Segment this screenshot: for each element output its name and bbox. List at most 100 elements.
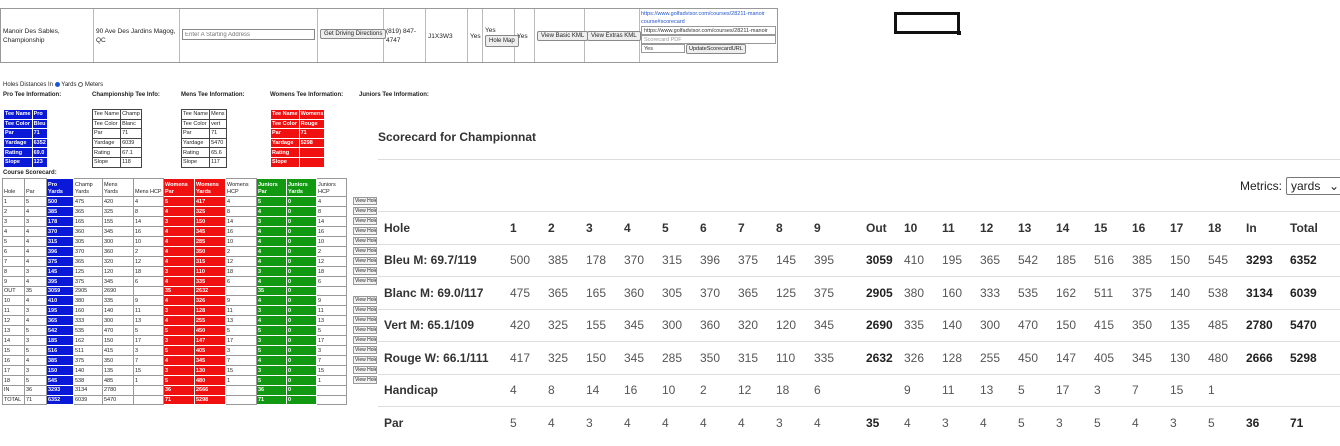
scorecard-url-input[interactable]: https://www.golfadvisor.com/courses/2821… — [641, 26, 776, 35]
scorecard-cell: 1 — [1208, 373, 1246, 407]
cs-cell: 5 — [133, 325, 164, 337]
scorecard-title: Scorecard for Championnat — [378, 130, 537, 144]
view-basic-kml-button[interactable]: View Basic KML — [537, 31, 589, 41]
scorecard-column-header: Total — [1290, 211, 1340, 244]
scorecard-column-header: 18 — [1208, 211, 1246, 244]
scorecard-pdf-input[interactable]: Scorecard PDF — [641, 35, 776, 44]
cs-cell: 160 — [73, 305, 103, 317]
scorecard-cell: 178 — [586, 243, 624, 277]
cs-cell: 360 — [73, 226, 103, 237]
view-hole-button[interactable]: View Hole — [353, 236, 377, 245]
scorecard-cell: 325 — [548, 341, 586, 374]
view-hole-button[interactable]: View Hole — [353, 315, 377, 324]
tee-field-value: 6039 — [120, 137, 142, 149]
update-scorecard-url-button[interactable]: UpdateScorecardURL — [686, 44, 746, 54]
cs-cell: 4 — [24, 206, 47, 217]
scorecard-cell: 12 — [738, 373, 776, 407]
view-hole-button[interactable]: View Hole — [353, 365, 377, 374]
start-address-cell — [180, 9, 318, 62]
cs-cell: 16 — [316, 226, 347, 237]
tee-row: Slope 117 — [180, 156, 227, 168]
tee-row: Rating — [270, 147, 326, 158]
scorecard-row-label: Handicap — [378, 373, 510, 407]
tee-field-value — [298, 147, 326, 158]
view-hole-button[interactable]: View Hole — [353, 355, 377, 364]
cs-cell: 12 — [225, 256, 257, 267]
cs-cell: 14 — [225, 216, 257, 227]
champ-tee-table: Tee Name Champ Tee Color Blanc Par 71 Yardage 6… — [91, 109, 142, 168]
yards-radio[interactable] — [54, 82, 60, 87]
scorecard-cell: 375 — [738, 243, 776, 277]
view-hole-button[interactable]: View Hole — [353, 335, 377, 344]
tee-field-label: Slope — [270, 156, 300, 168]
view-hole-button[interactable]: View Hole — [353, 206, 377, 215]
scorecard-link[interactable]: https://www.golfadvisor.com/courses/2821… — [641, 10, 776, 18]
scorecard-cell: 36 — [1246, 406, 1290, 439]
cs-cell: 345 — [194, 355, 226, 367]
tee-field-label: Yardage — [91, 137, 122, 149]
cs-cell: 4 — [256, 256, 287, 267]
tee-row: Yardage 6352 — [3, 137, 48, 149]
view-hole-button[interactable]: View Hole — [353, 325, 377, 334]
scorecard-cell: 325 — [548, 308, 586, 342]
tee-field-label: Rating — [270, 147, 300, 158]
tee-row: Tee Color Bleu — [3, 118, 48, 130]
start-address-input[interactable] — [182, 29, 315, 40]
chevron-down-icon: ⌄ — [1328, 179, 1339, 193]
get-directions-button[interactable]: Get Driving Directions — [320, 29, 387, 39]
scorecard-cell: 360 — [700, 308, 738, 342]
view-hole-button[interactable]: View Hole — [353, 276, 377, 285]
cs-header-cell: Juniors Par — [256, 178, 287, 197]
scorecard-cell: 345 — [624, 308, 662, 342]
scorecard-cell: 370 — [624, 243, 662, 277]
view-extras-kml-button[interactable]: View Extras KML — [587, 31, 641, 41]
hole-map-button[interactable]: Hole Map — [485, 35, 519, 47]
view-hole-button[interactable]: View Hole — [353, 196, 377, 205]
scorecard-cell: 345 — [1132, 341, 1170, 374]
view-hole-button[interactable]: View Hole — [353, 295, 377, 304]
scorecard-column-header: 7 — [738, 211, 776, 244]
view-hole-button[interactable]: View Hole — [353, 305, 377, 314]
cs-cell: 36 — [24, 385, 47, 396]
cs-cell: 16 — [225, 226, 257, 237]
table-row: 1 5 500 475 420 4 5 417 4 5 0 4 View Hole — [2, 196, 392, 207]
tee-field-value: 6352 — [31, 137, 48, 149]
extras-kml-cell: View Extras KML — [585, 9, 641, 62]
view-hole-button[interactable]: View Hole — [353, 266, 377, 275]
cs-cell: 4 — [256, 236, 287, 247]
cs-cell: 7 — [316, 355, 347, 367]
view-hole-button[interactable]: View Hole — [353, 246, 377, 255]
tee-field-label: Tee Name — [270, 109, 300, 120]
scorecard-cell: 475 — [510, 276, 548, 309]
scorecard-link-anchor[interactable]: course#scorecard — [641, 18, 776, 26]
scorecard-cell: 128 — [942, 341, 980, 374]
view-hole-button[interactable]: View Hole — [353, 226, 377, 235]
pdf-yes-input[interactable]: Yes — [641, 44, 685, 53]
cs-cell: 4 — [256, 315, 287, 327]
cs-header-cell: Par — [24, 178, 47, 197]
scorecard-column-header: 8 — [776, 211, 814, 244]
view-hole-button[interactable]: View Hole — [353, 375, 377, 384]
tee-field-value: Pro — [31, 109, 48, 120]
scorecard-column-header: 12 — [980, 211, 1018, 244]
tee-row: Tee Color Blanc — [91, 118, 142, 130]
cs-cell: 8 — [133, 206, 164, 217]
cs-cell: 16 — [2, 355, 25, 367]
scorecard-cell: 9 — [904, 373, 942, 407]
metrics-select[interactable]: yards ⌄ — [1286, 177, 1340, 195]
view-hole-button[interactable]: View Hole — [353, 345, 377, 354]
cs-cell: 4 — [163, 295, 195, 307]
tee-row: Rating 65.6 — [180, 147, 227, 158]
cs-cell: 162 — [73, 335, 103, 347]
view-hole-button[interactable]: View Hole — [353, 216, 377, 225]
cs-cell: 71 — [163, 394, 195, 405]
cs-cell: 6 — [2, 246, 25, 257]
course-postal-code: J1X3W3 — [426, 9, 468, 62]
scorecard-cell: 350 — [1132, 308, 1170, 342]
meters-radio[interactable] — [78, 82, 84, 87]
cs-cell: 5 — [24, 196, 47, 207]
cs-cell: 5298 — [194, 394, 226, 405]
tee-field-label: Tee Color — [3, 118, 33, 130]
cs-cell: 5 — [24, 345, 47, 357]
view-hole-button[interactable]: View Hole — [353, 256, 377, 265]
